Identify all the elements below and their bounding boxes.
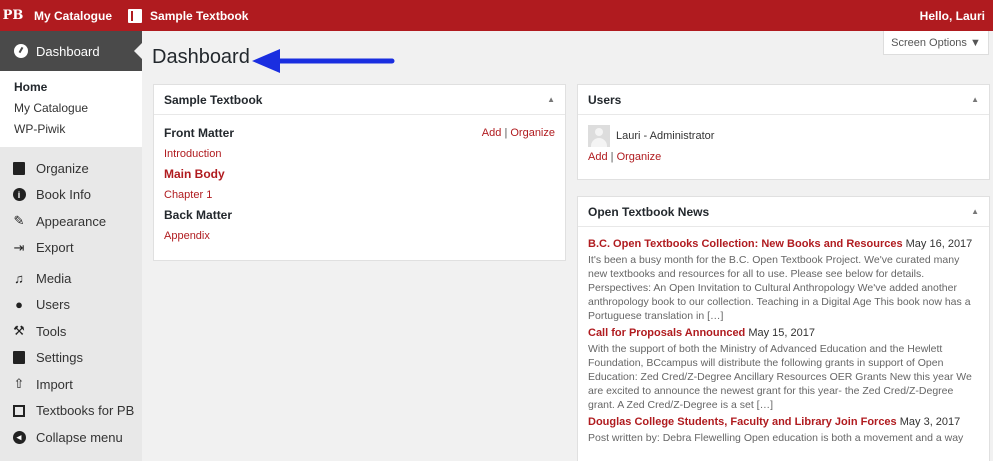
import-icon: ⇧ — [13, 376, 25, 392]
sidebar-menu: Organize i Book Info ✎ Appearance ⇥ Expo… — [0, 147, 142, 451]
collapse-toggle-icon[interactable]: ▲ — [971, 207, 979, 216]
sidebar-item-dashboard[interactable]: Dashboard — [0, 31, 142, 71]
sidebar-item-import[interactable]: ⇧ Import — [0, 371, 142, 398]
submenu-item-home[interactable]: Home — [0, 77, 142, 98]
media-icon: ♫ — [14, 270, 24, 286]
organize-users-link[interactable]: Organize — [617, 151, 662, 163]
widget-header[interactable]: Users ▲ — [578, 85, 989, 115]
news-title-link[interactable]: Douglas College Students, Faculty and Li… — [588, 416, 897, 428]
news-item: B.C. Open Textbooks Collection: New Book… — [588, 237, 979, 323]
widget-header[interactable]: Open Textbook News ▲ — [578, 197, 989, 227]
sidebar-collapse-menu[interactable]: ◂ Collapse menu — [0, 424, 142, 451]
textbooks-icon — [12, 404, 26, 418]
sidebar-item-label: Users — [36, 297, 70, 313]
collapse-toggle-icon[interactable]: ▲ — [547, 95, 555, 104]
users-icon: ● — [15, 297, 23, 313]
news-title-link[interactable]: Call for Proposals Announced — [588, 327, 745, 339]
submenu-item-my-catalogue[interactable]: My Catalogue — [0, 98, 142, 119]
admin-sidebar: Dashboard Home My Catalogue WP-Piwik Org… — [0, 31, 142, 461]
sidebar-item-settings[interactable]: Settings — [0, 345, 142, 372]
widget-title: Sample Textbook — [164, 92, 263, 107]
widget-title: Open Textbook News — [588, 204, 710, 219]
book-link-label: Sample Textbook — [150, 8, 249, 23]
submenu-item-wp-piwik[interactable]: WP-Piwik — [0, 119, 142, 140]
main-body-link[interactable]: Main Body — [164, 167, 225, 181]
screen-options-button[interactable]: Screen Options ▼ — [883, 31, 989, 55]
sidebar-item-label: Appearance — [36, 213, 107, 229]
sidebar-item-book-info[interactable]: i Book Info — [0, 182, 142, 209]
sidebar-item-label: Export — [36, 240, 74, 256]
sidebar-item-users[interactable]: ● Users — [0, 292, 142, 319]
organize-link[interactable]: Organize — [510, 127, 555, 139]
front-matter-actions: Add | Organize — [482, 127, 555, 139]
dashboard-icon — [14, 44, 28, 58]
separator: | — [504, 127, 508, 140]
book-icon — [12, 161, 26, 175]
admin-bar: PB My Catalogue Sample Textbook Hello, L… — [0, 0, 993, 31]
annotation-arrow-icon — [252, 49, 395, 73]
news-item: Call for Proposals Announced May 15, 201… — [588, 326, 979, 412]
news-date: May 15, 2017 — [748, 327, 815, 339]
sidebar-item-label: Collapse menu — [36, 429, 123, 445]
front-matter-heading: Front Matter — [164, 126, 234, 141]
user-name: Lauri - Administrator — [616, 130, 715, 142]
news-widget: Open Textbook News ▲ B.C. Open Textbooks… — [577, 196, 990, 461]
collapse-icon: ◂ — [12, 430, 26, 444]
appendix-link[interactable]: Appendix — [164, 230, 210, 242]
sidebar-item-label: Dashboard — [36, 43, 100, 59]
news-excerpt: With the support of both the Ministry of… — [588, 343, 972, 411]
brush-icon: ✎ — [13, 213, 25, 229]
add-link[interactable]: Add — [482, 127, 502, 139]
widget-title: Users — [588, 92, 622, 107]
dashboard-submenu: Home My Catalogue WP-Piwik — [0, 71, 142, 147]
sidebar-item-tools[interactable]: ⚒ Tools — [0, 318, 142, 345]
news-title-link[interactable]: B.C. Open Textbooks Collection: New Book… — [588, 238, 903, 250]
account-greeting[interactable]: Hello, Lauri — [912, 0, 993, 31]
sidebar-item-label: Settings — [36, 350, 83, 366]
book-link[interactable]: Sample Textbook — [120, 0, 256, 31]
back-matter-heading: Back Matter — [164, 208, 233, 223]
sidebar-item-label: Media — [36, 270, 72, 286]
page-title: Dashboard — [152, 46, 250, 68]
pressbooks-logo-icon[interactable]: PB — [0, 0, 26, 31]
export-icon: ⇥ — [13, 239, 25, 255]
sidebar-item-textbooks-for-pb[interactable]: Textbooks for PB — [0, 398, 142, 425]
info-icon: i — [12, 188, 26, 202]
news-date: May 3, 2017 — [899, 416, 961, 428]
sidebar-item-label: Import — [36, 376, 73, 392]
collapse-toggle-icon[interactable]: ▲ — [971, 95, 979, 104]
news-date: May 16, 2017 — [905, 238, 973, 250]
separator: | — [610, 151, 614, 163]
settings-icon — [12, 351, 26, 365]
sidebar-item-media[interactable]: ♫ Media — [0, 265, 142, 292]
sidebar-item-label: Book Info — [36, 187, 91, 203]
news-item: Douglas College Students, Faculty and Li… — [588, 415, 979, 445]
users-widget: Users ▲ Lauri - Administrator Add | Orga… — [577, 84, 990, 180]
sidebar-item-label: Organize — [36, 160, 89, 176]
sidebar-item-organize[interactable]: Organize — [0, 155, 142, 182]
news-excerpt: Post written by: Debra Flewelling Open e… — [588, 432, 964, 444]
news-excerpt: It's been a busy month for the B.C. Open… — [588, 254, 971, 322]
textbook-widget: Sample Textbook ▲ Front Matter Add | Org… — [153, 84, 566, 261]
chapter-1-link[interactable]: Chapter 1 — [164, 189, 212, 201]
my-catalogue-link[interactable]: My Catalogue — [26, 0, 120, 31]
wrench-icon: ⚒ — [13, 323, 25, 339]
introduction-link[interactable]: Introduction — [164, 148, 221, 160]
sidebar-item-appearance[interactable]: ✎ Appearance — [0, 208, 142, 235]
sidebar-item-export[interactable]: ⇥ Export — [0, 235, 142, 262]
sidebar-item-label: Textbooks for PB — [36, 403, 135, 419]
avatar — [588, 125, 610, 147]
add-user-link[interactable]: Add — [588, 151, 608, 163]
sidebar-item-label: Tools — [36, 323, 67, 339]
widget-header[interactable]: Sample Textbook ▲ — [154, 85, 565, 115]
book-icon — [128, 8, 143, 23]
